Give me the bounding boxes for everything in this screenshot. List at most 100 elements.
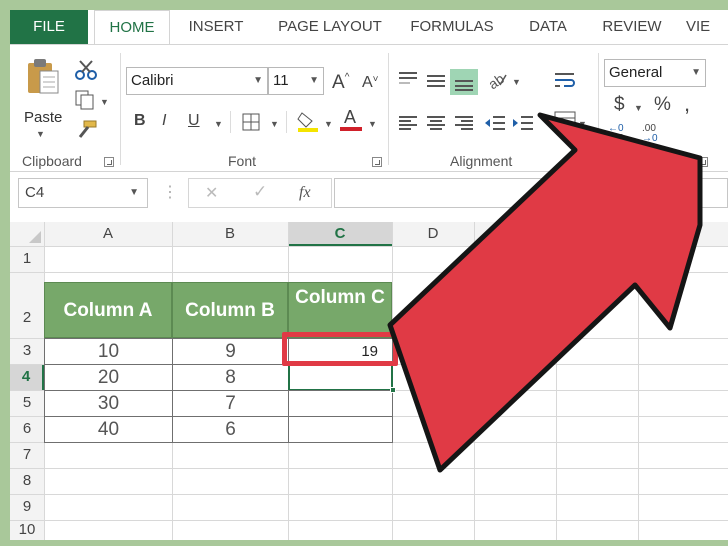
shrink-font-icon: A <box>362 74 373 91</box>
fill-handle[interactable] <box>390 387 396 393</box>
orientation-icon[interactable]: ab <box>486 69 508 89</box>
cell-b3[interactable]: 9 <box>172 338 289 365</box>
font-name-combo[interactable]: Calibri ▼ <box>126 67 268 95</box>
column-header-a[interactable]: A <box>44 222 172 246</box>
cell-a4[interactable]: 20 <box>44 364 173 391</box>
align-middle-icon[interactable] <box>426 73 446 89</box>
row-header-8[interactable]: 8 <box>10 468 44 494</box>
group-label-clipboard: Clipboard <box>22 153 82 169</box>
comma-style-button[interactable]: , <box>684 93 690 115</box>
tab-view[interactable]: VIE <box>686 10 728 44</box>
formula-bar-grip-icon[interactable]: ⋮ <box>162 182 178 202</box>
paste-button[interactable]: Paste ▼ <box>20 55 64 139</box>
bold-button[interactable]: B <box>134 113 146 129</box>
chevron-down-icon: ▼ <box>253 75 263 86</box>
number-format-combo[interactable]: General ▼ <box>604 59 706 87</box>
grow-font-button[interactable]: A^ <box>332 72 349 93</box>
number-format-value: General <box>609 64 663 81</box>
format-painter-icon[interactable] <box>74 119 98 141</box>
cell-c5[interactable] <box>288 390 393 417</box>
underline-button[interactable]: U <box>188 113 200 129</box>
increase-indent-icon[interactable] <box>512 115 534 131</box>
cut-icon[interactable] <box>74 59 98 81</box>
align-bottom-button[interactable] <box>450 69 478 95</box>
cell-a5[interactable]: 30 <box>44 390 173 417</box>
tab-file[interactable]: FILE <box>10 10 88 44</box>
align-right-icon[interactable] <box>454 115 474 131</box>
tab-formulas[interactable]: FORMULAS <box>402 10 502 44</box>
cell-a6[interactable]: 40 <box>44 416 173 443</box>
row-header-4[interactable]: 4 <box>10 364 44 390</box>
select-all-button[interactable] <box>10 222 44 246</box>
row-header-7[interactable]: 7 <box>10 442 44 468</box>
table-header-column-a[interactable]: Column A <box>44 282 172 338</box>
number-launcher-icon[interactable] <box>698 157 708 167</box>
worksheet-grid[interactable]: A B C D E F G 1 2 3 4 5 6 7 8 9 10 Colum… <box>10 222 728 540</box>
wrap-text-icon[interactable] <box>554 71 576 89</box>
name-box[interactable]: C4 ▼ <box>18 178 148 208</box>
row-header-2[interactable]: 2 <box>10 272 44 338</box>
row-header-5[interactable]: 5 <box>10 390 44 416</box>
borders-icon[interactable] <box>242 113 260 131</box>
align-top-icon[interactable] <box>398 71 418 87</box>
column-header-f[interactable]: F <box>556 222 638 246</box>
column-header-g[interactable]: G <box>638 222 728 246</box>
table-header-column-c[interactable]: Column C <box>288 282 392 338</box>
grow-font-icon: A <box>332 72 345 93</box>
chevron-down-icon: ▼ <box>368 119 377 129</box>
alignment-launcher-icon[interactable] <box>584 157 594 167</box>
decrease-decimal-button[interactable]: .00 →0 <box>640 123 664 147</box>
cell-b6[interactable]: 6 <box>172 416 289 443</box>
group-divider <box>598 53 599 165</box>
currency-button[interactable]: $ <box>614 95 625 114</box>
cell-c4[interactable] <box>288 364 393 391</box>
font-size-combo[interactable]: 11 ▼ <box>268 67 324 95</box>
group-divider <box>388 53 389 165</box>
row-header-10[interactable]: 10 <box>10 520 44 540</box>
font-color-icon: A <box>344 107 357 127</box>
gridline <box>10 246 728 247</box>
insert-function-icon[interactable]: fx <box>299 184 311 202</box>
table-header-column-b[interactable]: Column B <box>172 282 288 338</box>
tab-home[interactable]: HOME <box>94 10 170 45</box>
font-color-button[interactable]: A <box>340 107 364 133</box>
row-header-3[interactable]: 3 <box>10 338 44 364</box>
chevron-down-icon: ▼ <box>512 77 521 87</box>
fill-color-icon[interactable] <box>296 109 320 133</box>
cancel-icon[interactable]: ✕ <box>205 183 218 203</box>
clipboard-launcher-icon[interactable] <box>104 157 114 167</box>
italic-button[interactable]: I <box>162 113 166 129</box>
percent-button[interactable]: % <box>654 95 671 114</box>
group-label-number: Number <box>620 153 670 169</box>
increase-decimal-button[interactable]: .00 ←0 <box>608 123 632 147</box>
align-center-icon[interactable] <box>426 115 446 131</box>
cell-b4[interactable]: 8 <box>172 364 289 391</box>
gridline <box>10 520 728 521</box>
copy-icon[interactable] <box>74 89 96 111</box>
row-header-6[interactable]: 6 <box>10 416 44 442</box>
column-header-e[interactable]: E <box>474 222 556 246</box>
column-header-b[interactable]: B <box>172 222 288 246</box>
name-box-value: C4 <box>25 184 45 201</box>
tab-insert[interactable]: INSERT <box>178 10 254 44</box>
align-left-icon[interactable] <box>398 115 418 131</box>
formula-input[interactable] <box>334 178 728 208</box>
row-header-9[interactable]: 9 <box>10 494 44 520</box>
tab-review[interactable]: REVIEW <box>592 10 672 44</box>
row-header-1[interactable]: 1 <box>10 246 44 272</box>
enter-icon[interactable]: ✓ <box>253 182 267 202</box>
gridline <box>638 222 639 540</box>
cell-c6[interactable] <box>288 416 393 443</box>
chevron-down-icon: ▼ <box>309 75 319 86</box>
shrink-font-button[interactable]: A˅ <box>362 75 379 91</box>
column-header-d[interactable]: D <box>392 222 474 246</box>
column-header-c[interactable]: C <box>288 222 392 246</box>
cell-a3[interactable]: 10 <box>44 338 173 365</box>
tab-data[interactable]: DATA <box>518 10 578 44</box>
font-launcher-icon[interactable] <box>372 157 382 167</box>
decrease-indent-icon[interactable] <box>484 115 506 131</box>
chevron-down-icon: ▼ <box>270 119 279 129</box>
cell-b5[interactable]: 7 <box>172 390 289 417</box>
merge-center-icon[interactable] <box>554 111 576 131</box>
tab-page-layout[interactable]: PAGE LAYOUT <box>266 10 394 44</box>
